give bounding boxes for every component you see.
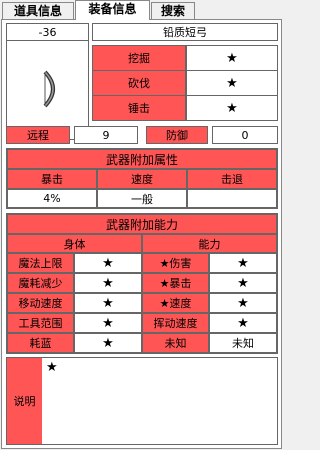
- defense-label: 防御: [146, 126, 208, 144]
- ability-value: ★: [74, 273, 142, 293]
- item-image-frame: [6, 40, 89, 140]
- weapon-attr-header: 击退: [187, 169, 277, 189]
- ranged-label: 远程: [6, 126, 70, 144]
- tool-power-label: 砍伐: [92, 70, 186, 96]
- ability-value: ★: [74, 333, 142, 353]
- item-name: 铅质短弓: [92, 23, 278, 41]
- tool-power-value: ★: [186, 95, 278, 121]
- item-id: -36: [6, 23, 89, 41]
- ability-value: ★: [209, 253, 277, 273]
- ranged-value: 9: [74, 126, 138, 144]
- ability-label: 耗蓝: [7, 333, 74, 353]
- defense-value: 0: [212, 126, 278, 144]
- tool-power-value: ★: [186, 45, 278, 71]
- tool-power-label: 挖掘: [92, 45, 186, 71]
- ability-value: ★: [74, 253, 142, 273]
- equipment-panel: -36 铅质短弓 挖掘 ★ 砍伐 ★ 锤击 ★ 远程 9 防御 0 武器附加属性…: [1, 19, 282, 449]
- ability-label: 工具范围: [7, 313, 74, 333]
- ability-label: 魔耗减少: [7, 273, 74, 293]
- ability-label: 未知: [142, 333, 209, 353]
- tool-power-label: 锤击: [92, 95, 186, 121]
- ability-label: ★暴击: [142, 273, 209, 293]
- weapon-attr-value: 一般: [97, 189, 187, 208]
- weapon-attr-value: [187, 189, 277, 208]
- tab-bar: 道具信息 装备信息 搜索: [0, 0, 284, 20]
- ability-label: 挥动速度: [142, 313, 209, 333]
- weapon-attr-header: 暴击: [7, 169, 97, 189]
- ability-value: 未知: [209, 333, 277, 353]
- tool-power-value: ★: [186, 70, 278, 96]
- ability-value: ★: [209, 313, 277, 333]
- ability-label: 移动速度: [7, 293, 74, 313]
- ability-value: ★: [74, 313, 142, 333]
- ability-label: ★伤害: [142, 253, 209, 273]
- tab-search[interactable]: 搜索: [151, 2, 195, 19]
- ability-label: 魔法上限: [7, 253, 74, 273]
- weapon-attr-value: 4%: [7, 189, 97, 208]
- weapon-ability-title: 武器附加能力: [7, 214, 277, 234]
- weapon-attr-header: 速度: [97, 169, 187, 189]
- bow-icon: [43, 70, 55, 108]
- description-text: ★: [42, 358, 277, 444]
- ability-value: ★: [74, 293, 142, 313]
- tab-equipment-info[interactable]: 装备信息: [75, 0, 150, 20]
- description-label: 说明: [7, 358, 42, 444]
- ability-value: ★: [209, 293, 277, 313]
- weapon-attr-title: 武器附加属性: [7, 149, 277, 169]
- tab-item-info[interactable]: 道具信息: [2, 2, 74, 19]
- ability-value: ★: [209, 273, 277, 293]
- ability-col-ability: 能力: [142, 234, 277, 253]
- ability-col-body: 身体: [7, 234, 142, 253]
- ability-label: ★速度: [142, 293, 209, 313]
